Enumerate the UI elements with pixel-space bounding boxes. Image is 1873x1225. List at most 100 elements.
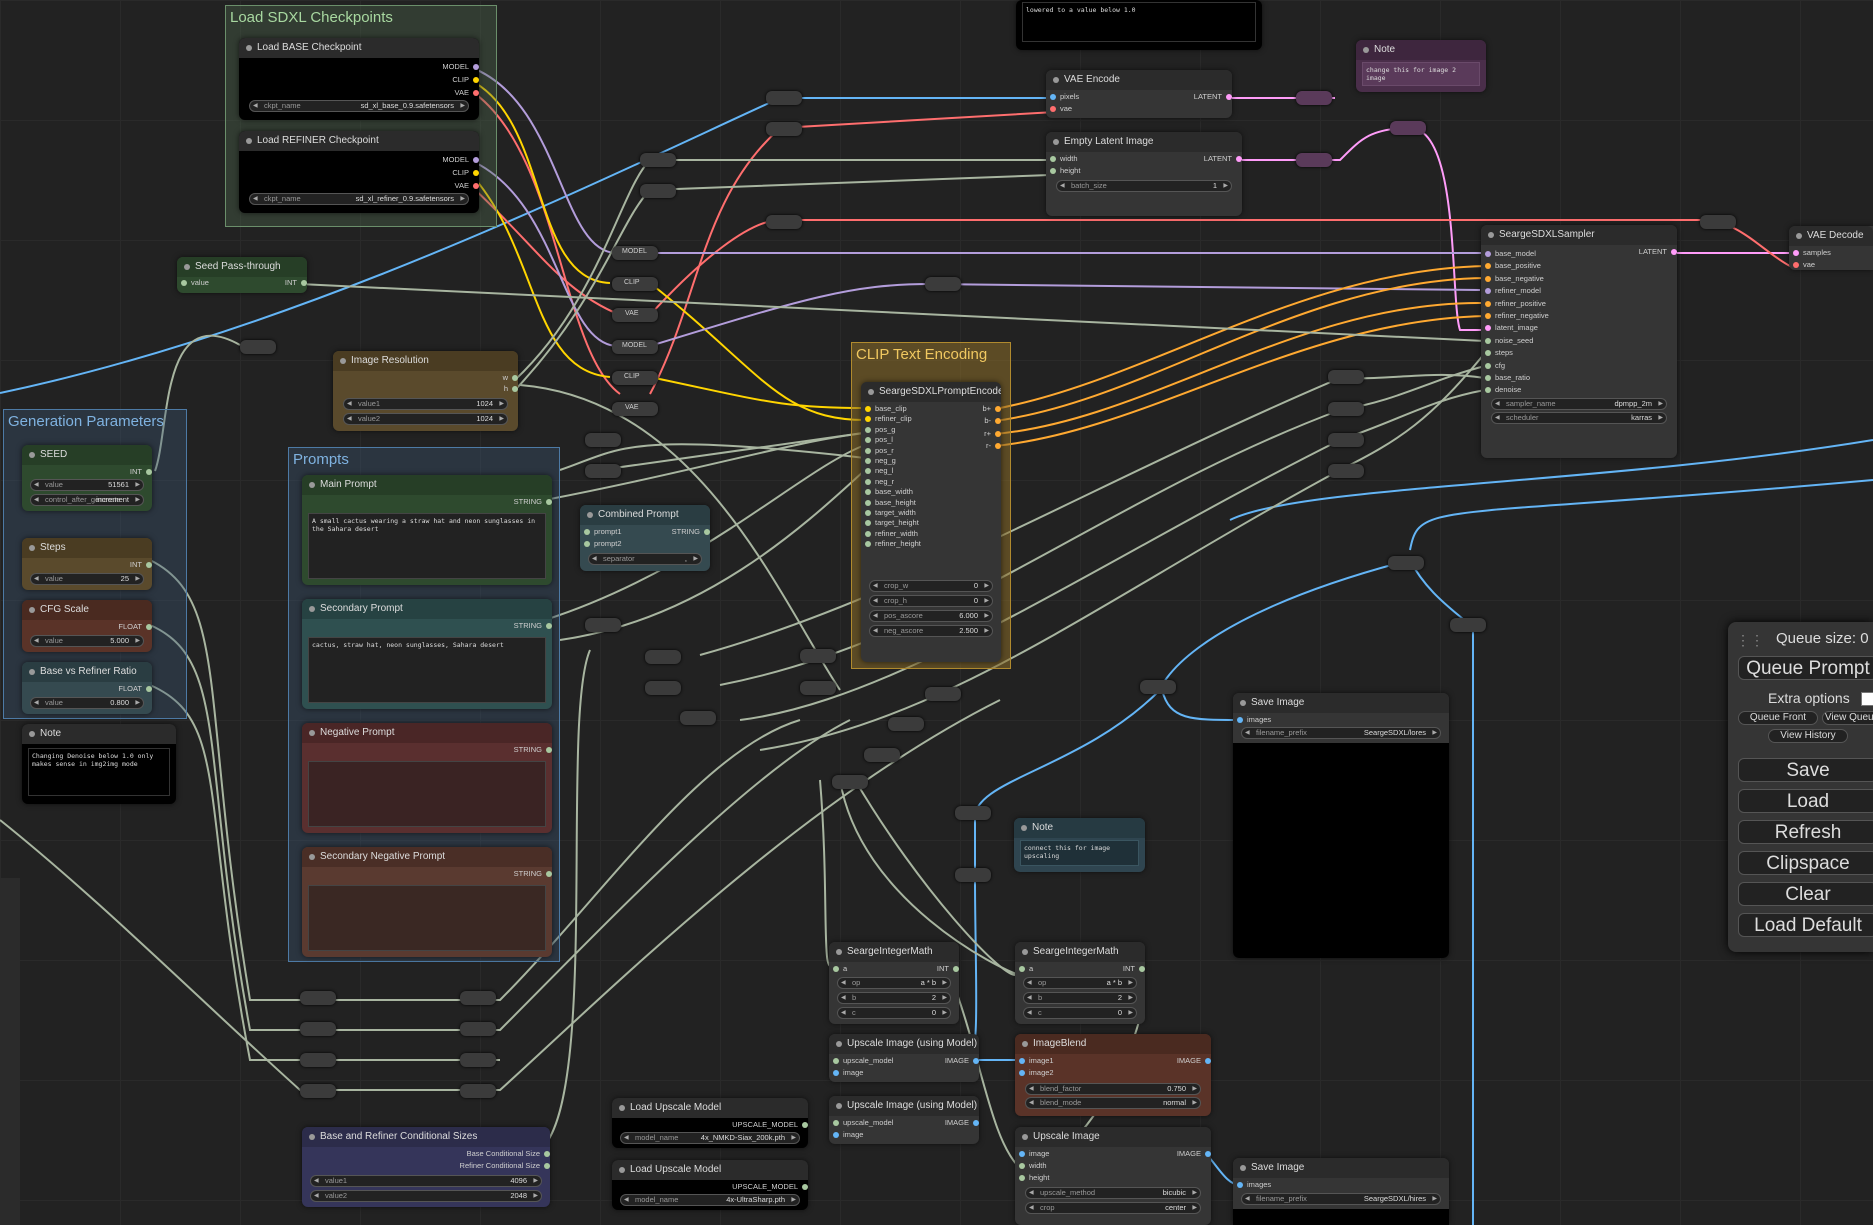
input-noise-seed[interactable]: noise_seed <box>1485 336 1533 345</box>
output-w[interactable]: w <box>503 373 518 382</box>
reroute-node[interactable] <box>300 1053 336 1067</box>
output-model[interactable]: MODEL <box>442 62 479 71</box>
input-neg-l[interactable]: neg_l <box>865 466 893 475</box>
reroute-node[interactable] <box>645 681 681 695</box>
output-clip[interactable]: CLIP <box>452 75 479 84</box>
note-text[interactable]: connect this for image upscaling <box>1020 840 1139 866</box>
reroute-node[interactable] <box>1328 433 1364 447</box>
input-cfg[interactable]: cfg <box>1485 361 1505 370</box>
input-neg-r[interactable]: neg_r <box>865 477 894 486</box>
output-conditioning-0[interactable]: b+ <box>982 404 1001 413</box>
input-refiner-width[interactable]: refiner_width <box>865 529 918 538</box>
view-history-button[interactable]: View History <box>1768 729 1848 743</box>
output-conditioning-2[interactable]: r+ <box>984 429 1001 438</box>
node-combined-prompt[interactable]: Combined Prompt prompt1 prompt2 STRING s… <box>580 505 710 571</box>
c-widget[interactable]: c0 <box>1023 1007 1137 1019</box>
reroute-clip-2[interactable]: CLIP <box>612 371 658 385</box>
input-target-height[interactable]: target_height <box>865 518 919 527</box>
input-base-negative[interactable]: base_negative <box>1485 274 1544 283</box>
filename-prefix-widget[interactable]: filename_prefixSeargeSDXL/lores <box>1241 727 1441 739</box>
input-base-model[interactable]: base_model <box>1485 249 1536 258</box>
reroute-node[interactable] <box>800 681 836 695</box>
input-height[interactable]: height <box>1019 1173 1049 1182</box>
input-vae[interactable]: vae <box>1050 104 1072 113</box>
load-button[interactable]: Load <box>1738 789 1873 813</box>
input-image[interactable]: image <box>833 1068 863 1077</box>
value1-widget[interactable]: value14096 <box>310 1175 542 1187</box>
output-h[interactable]: h <box>504 384 518 393</box>
reroute-node[interactable] <box>640 153 676 167</box>
crop-widget[interactable]: cropcenter <box>1025 1202 1201 1214</box>
pos-ascore-widget[interactable]: pos_ascore6.000 <box>869 610 993 622</box>
output-base-conditional-size[interactable]: Base Conditional Size <box>467 1149 550 1158</box>
input-upscale-model[interactable]: upscale_model <box>833 1118 893 1127</box>
input-refiner-model[interactable]: refiner_model <box>1485 286 1541 295</box>
reroute-vae-2[interactable]: VAE <box>612 402 658 416</box>
reroute-clip[interactable]: CLIP <box>612 277 658 291</box>
node-upscale-image-using-model-2[interactable]: Upscale Image (using Model) upscale_mode… <box>829 1096 979 1144</box>
node-searge-sdxl-sampler[interactable]: SeargeSDXLSampler LATENT base_model base_… <box>1481 225 1677 458</box>
reroute-node[interactable] <box>1140 680 1176 694</box>
output-latent[interactable]: LATENT <box>1204 154 1242 163</box>
reroute-node[interactable] <box>766 215 802 229</box>
reroute-node[interactable] <box>585 433 621 447</box>
input-base-height[interactable]: base_height <box>865 498 916 507</box>
output-image[interactable]: IMAGE <box>945 1118 979 1127</box>
input-refiner-positive[interactable]: refiner_positive <box>1485 299 1546 308</box>
reroute-model[interactable]: MODEL <box>612 246 658 260</box>
output-image[interactable]: IMAGE <box>945 1056 979 1065</box>
ckpt-name-widget[interactable]: ckpt_namesd_xl_base_0.9.safetensors <box>249 100 469 112</box>
model-name-widget[interactable]: model_name4x-UltraSharp.pth <box>620 1194 800 1206</box>
scheduler-widget[interactable]: schedulerkarras <box>1491 412 1667 424</box>
c-widget[interactable]: c0 <box>837 1007 951 1019</box>
batch-size-widget[interactable]: batch_size1 <box>1056 180 1232 192</box>
reroute-node[interactable] <box>460 1053 496 1067</box>
reroute-node[interactable] <box>585 464 621 478</box>
note-text[interactable]: change this for image 2 image <box>1362 62 1480 86</box>
output-string[interactable]: STRING <box>672 527 710 536</box>
output-conditioning-1[interactable]: b- <box>984 416 1001 425</box>
negative-prompt-text[interactable] <box>308 761 546 827</box>
node-vae-decode[interactable]: VAE Decode samples vae <box>1789 226 1873 270</box>
reroute-node[interactable] <box>640 184 676 198</box>
node-save-image-hires[interactable]: Save Image images filename_prefixSeargeS… <box>1233 1158 1449 1225</box>
input-refiner-clip[interactable]: refiner_clip <box>865 414 912 423</box>
node-upscale-image-using-model-1[interactable]: Upscale Image (using Model) upscale_mode… <box>829 1034 979 1082</box>
node-negative-prompt[interactable]: Negative Prompt STRING <box>302 723 552 833</box>
separator-widget[interactable]: separator, <box>588 553 702 565</box>
upscale-method-widget[interactable]: upscale_methodbicubic <box>1025 1187 1201 1199</box>
reroute-node[interactable] <box>300 991 336 1005</box>
node-empty-latent-image[interactable]: Empty Latent Image width height LATENT b… <box>1046 132 1242 216</box>
node-searge-integer-math-2[interactable]: SeargeIntegerMath a INT opa * b b2 c0 <box>1015 942 1145 1024</box>
reroute-node[interactable] <box>1700 215 1736 229</box>
node-searge-integer-math-1[interactable]: SeargeIntegerMath a INT opa * b b2 c0 <box>829 942 959 1024</box>
reroute-node[interactable] <box>1296 91 1332 105</box>
input-vae[interactable]: vae <box>1793 260 1815 269</box>
input-base-ratio[interactable]: base_ratio <box>1485 373 1530 382</box>
output-latent[interactable]: LATENT <box>1639 247 1677 256</box>
node-steps[interactable]: Steps INT value25 <box>22 538 152 590</box>
output-clip[interactable]: CLIP <box>452 168 479 177</box>
node-load-upscale-model-2[interactable]: Load Upscale Model UPSCALE_MODEL model_n… <box>612 1160 808 1210</box>
node-note-top-black[interactable]: lowered to a value below 1.0 <box>1016 0 1262 50</box>
input-pos-l[interactable]: pos_l <box>865 435 893 444</box>
view-queue-button[interactable]: View Queue <box>1822 711 1873 725</box>
input-prompt2[interactable]: prompt2 <box>584 539 622 548</box>
input-width[interactable]: width <box>1050 154 1078 163</box>
input-pos-r[interactable]: pos_r <box>865 446 894 455</box>
node-base-vs-refiner-ratio[interactable]: Base vs Refiner Ratio FLOAT value0.800 <box>22 662 152 714</box>
queue-panel[interactable]: ⋮⋮ Queue size: 0 Queue Prompt Extra opti… <box>1728 622 1873 952</box>
node-cfg-scale[interactable]: CFG Scale FLOAT value5.000 <box>22 600 152 652</box>
value2-widget[interactable]: value22048 <box>310 1190 542 1202</box>
cfg-value-widget[interactable]: value5.000 <box>30 635 144 647</box>
input-image2[interactable]: image2 <box>1019 1068 1054 1077</box>
steps-value-widget[interactable]: value25 <box>30 573 144 585</box>
load-default-button[interactable]: Load Default <box>1738 913 1873 937</box>
b-widget[interactable]: b2 <box>1023 992 1137 1004</box>
value1-widget[interactable]: value11024 <box>343 398 508 410</box>
node-main-prompt[interactable]: Main Prompt STRING A small cactus wearin… <box>302 475 552 585</box>
node-secondary-prompt[interactable]: Secondary Prompt STRING cactus, straw ha… <box>302 599 552 709</box>
output-image[interactable]: IMAGE <box>1177 1149 1211 1158</box>
node-load-refiner-checkpoint[interactable]: Load REFINER Checkpoint MODEL CLIP VAE c… <box>239 131 479 213</box>
node-note-upscaling[interactable]: Note connect this for image upscaling <box>1014 818 1145 872</box>
